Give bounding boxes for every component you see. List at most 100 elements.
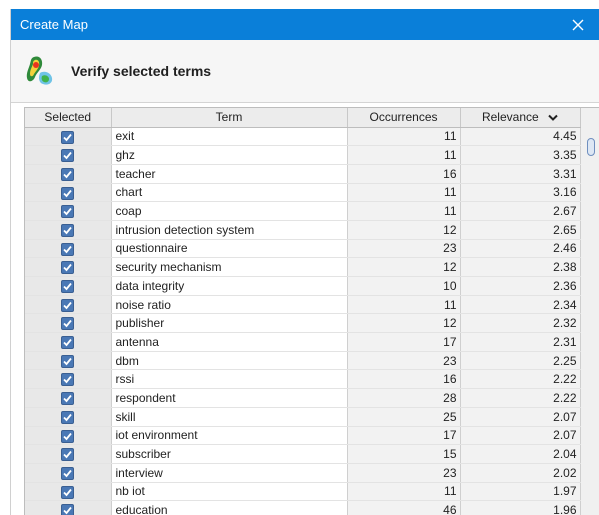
create-map-dialog: Create Map Verify selected terms Selecte… [10, 9, 599, 515]
relevance-cell: 2.32 [460, 313, 581, 334]
term-cell: exit [111, 127, 348, 147]
occurrences-cell: 16 [347, 164, 461, 184]
occurrences-cell: 15 [347, 444, 461, 464]
selected-cell [25, 388, 112, 408]
occurrences-cell: 23 [347, 463, 461, 483]
occurrences-cell: 11 [347, 183, 461, 203]
table-row[interactable]: noise ratio 11 2.34 [25, 295, 581, 315]
table-row[interactable]: ghz 11 3.35 [25, 145, 581, 165]
table-row[interactable]: publisher 12 2.32 [25, 313, 581, 334]
table-row[interactable]: nb iot 11 1.97 [25, 482, 581, 502]
checkbox-checked-icon[interactable] [61, 448, 75, 462]
table-row[interactable]: coap 11 2.67 [25, 201, 581, 221]
term-cell: publisher [111, 313, 348, 334]
term-cell: questionnaire [111, 239, 348, 259]
table-row[interactable]: data integrity 10 2.36 [25, 276, 581, 296]
occurrences-cell: 25 [347, 407, 461, 427]
occurrences-cell: 46 [347, 500, 461, 515]
table-row[interactable]: questionnaire 23 2.46 [25, 239, 581, 259]
selected-cell [25, 463, 112, 483]
selected-cell [25, 407, 112, 427]
checkbox-checked-icon[interactable] [61, 410, 75, 424]
relevance-cell: 2.65 [460, 220, 581, 240]
checkbox-checked-icon[interactable] [61, 167, 75, 181]
relevance-cell: 3.35 [460, 145, 581, 165]
close-button[interactable] [567, 14, 589, 36]
table-row[interactable]: intrusion detection system 12 2.65 [25, 220, 581, 240]
term-cell: skill [111, 407, 348, 427]
selected-cell [25, 500, 112, 515]
selected-cell [25, 444, 112, 464]
occurrences-cell: 12 [347, 257, 461, 277]
scrollbar-thumb[interactable] [587, 138, 595, 156]
selected-cell [25, 369, 112, 390]
occurrences-cell: 23 [347, 351, 461, 371]
selected-cell [25, 220, 112, 240]
table-row[interactable]: rssi 16 2.22 [25, 369, 581, 390]
occurrences-cell: 28 [347, 388, 461, 408]
table-row[interactable]: education 46 1.96 [25, 500, 581, 515]
checkbox-checked-icon[interactable] [61, 429, 75, 443]
occurrences-cell: 12 [347, 313, 461, 334]
relevance-cell: 2.34 [460, 295, 581, 315]
checkbox-checked-icon[interactable] [61, 504, 75, 515]
checkbox-checked-icon[interactable] [61, 373, 75, 387]
checkbox-checked-icon[interactable] [61, 336, 75, 350]
term-cell: chart [111, 183, 348, 203]
checkbox-checked-icon[interactable] [61, 280, 75, 293]
selected-cell [25, 351, 112, 371]
selected-cell [25, 332, 112, 352]
table-row[interactable]: iot environment 17 2.07 [25, 426, 581, 446]
term-cell: intrusion detection system [111, 220, 348, 240]
term-cell: coap [111, 201, 348, 221]
checkbox-checked-icon[interactable] [61, 223, 75, 237]
occurrences-cell: 12 [347, 220, 461, 240]
relevance-cell: 1.97 [460, 482, 581, 502]
table-row[interactable]: skill 25 2.07 [25, 407, 581, 427]
relevance-cell: 3.31 [460, 164, 581, 184]
checkbox-checked-icon[interactable] [61, 261, 75, 275]
checkbox-checked-icon[interactable] [61, 298, 75, 312]
table-row[interactable]: subscriber 15 2.04 [25, 444, 581, 464]
checkbox-checked-icon[interactable] [61, 186, 75, 200]
column-header-occurrences[interactable]: Occurrences [347, 108, 461, 128]
table-row[interactable]: teacher 16 3.31 [25, 164, 581, 184]
table-row[interactable]: respondent 28 2.22 [25, 388, 581, 408]
checkbox-checked-icon[interactable] [61, 485, 75, 499]
term-cell: nb iot [111, 482, 348, 502]
relevance-cell: 2.46 [460, 239, 581, 259]
relevance-cell: 4.45 [460, 127, 581, 147]
checkbox-checked-icon[interactable] [61, 205, 75, 219]
table-row[interactable]: interview 23 2.02 [25, 463, 581, 483]
checkbox-checked-icon[interactable] [61, 242, 75, 256]
table-row[interactable]: dbm 23 2.25 [25, 351, 581, 371]
occurrences-cell: 11 [347, 295, 461, 315]
selected-cell [25, 164, 112, 184]
page-title: Verify selected terms [71, 63, 212, 79]
term-cell: teacher [111, 164, 348, 184]
table-row[interactable]: security mechanism 12 2.38 [25, 257, 581, 277]
checkbox-checked-icon[interactable] [61, 149, 75, 163]
header-divider [11, 102, 599, 103]
term-cell: education [111, 500, 348, 515]
occurrences-cell: 10 [347, 276, 461, 296]
column-header-relevance[interactable]: Relevance [460, 108, 581, 128]
table-row[interactable]: exit 11 4.45 [25, 127, 581, 147]
selected-cell [25, 426, 112, 446]
checkbox-checked-icon[interactable] [61, 130, 75, 144]
column-header-term[interactable]: Term [111, 108, 348, 128]
relevance-cell: 2.07 [460, 426, 581, 446]
table-row[interactable]: chart 11 3.16 [25, 183, 581, 203]
occurrences-cell: 17 [347, 426, 461, 446]
checkbox-checked-icon[interactable] [61, 317, 75, 331]
checkbox-checked-icon[interactable] [61, 354, 75, 368]
table-row[interactable]: antenna 17 2.31 [25, 332, 581, 352]
checkbox-checked-icon[interactable] [61, 392, 75, 406]
occurrences-cell: 11 [347, 482, 461, 502]
term-cell: respondent [111, 388, 348, 408]
relevance-cell: 2.22 [460, 388, 581, 408]
column-header-selected[interactable]: Selected [25, 108, 112, 128]
term-cell: rssi [111, 369, 348, 390]
checkbox-checked-icon[interactable] [61, 466, 75, 480]
relevance-cell: 2.38 [460, 257, 581, 277]
